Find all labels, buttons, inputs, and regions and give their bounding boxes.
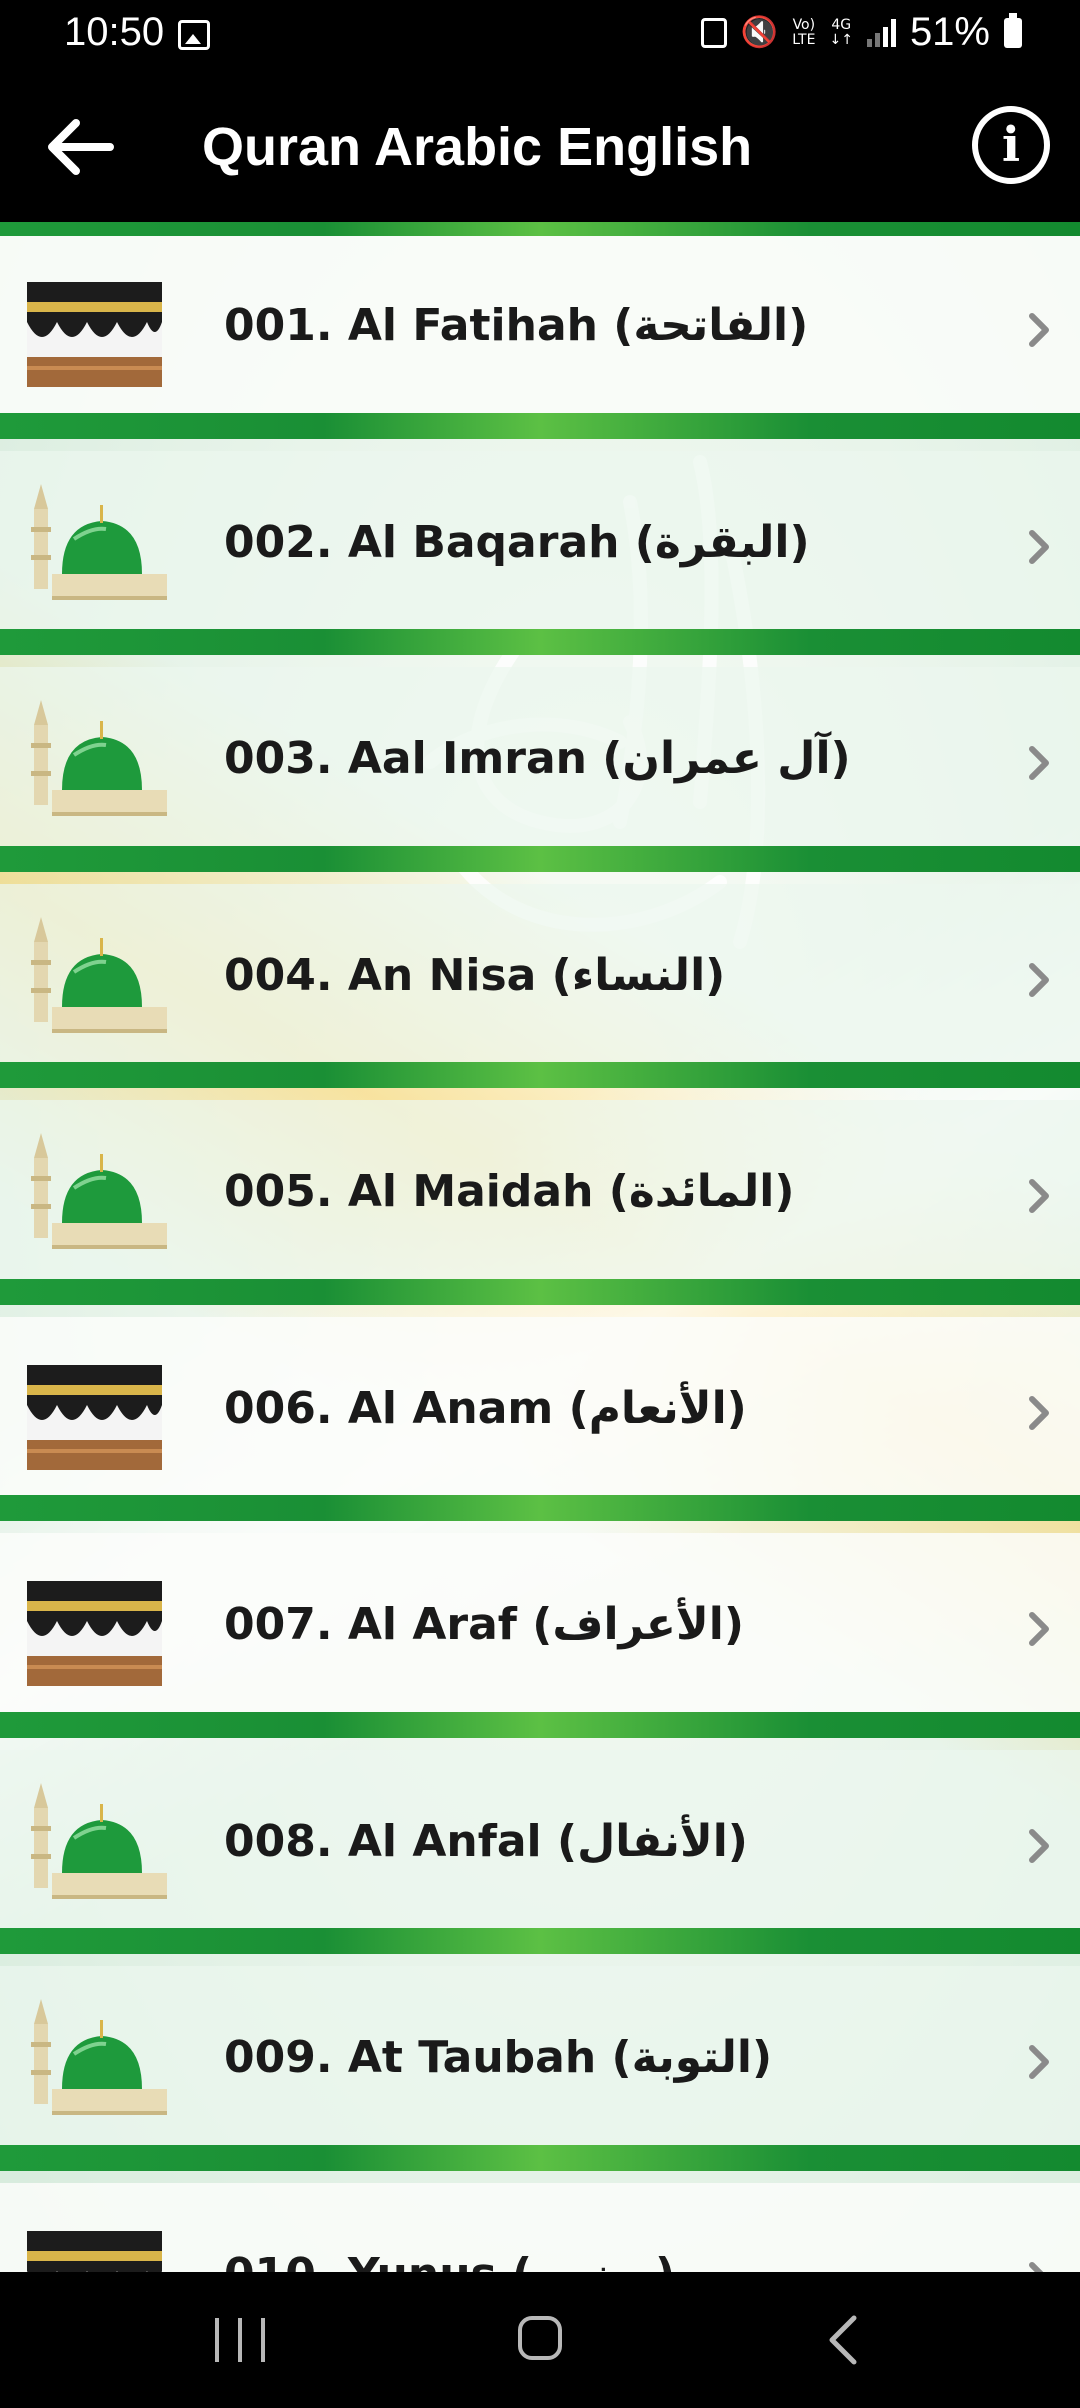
surah-title: 005. Al Maidah (المائدة) (224, 1166, 795, 1217)
status-bar: 10:50 🔇 Vo) LTE 4G ↓↑ 51% (0, 0, 1080, 72)
network-indicator: 4G ↓↑ (829, 16, 853, 48)
surah-title: 007. Al Araf (الأعراف) (224, 1599, 744, 1650)
battery-icon (1004, 12, 1022, 48)
navigation-bar (0, 2272, 1080, 2408)
chevron-right-icon (1029, 1179, 1049, 1213)
network-type: 4G (831, 16, 852, 33)
network-arrows: ↓↑ (829, 31, 853, 48)
mosque-icon (31, 1999, 167, 2115)
chevron-right-icon (1029, 1395, 1049, 1430)
surah-title: 001. Al Fatihah (الفاتحة) (224, 300, 809, 351)
mosque-icon (31, 916, 167, 1033)
surah-row[interactable]: 008. Al Anfal (الأنفال) (0, 1738, 1080, 1954)
row-divider (0, 1062, 1080, 1088)
battery-saver-icon (700, 17, 727, 48)
surah-row[interactable]: 004. An Nisa (النساء) (0, 872, 1080, 1088)
page-title: Quran Arabic English (202, 117, 753, 177)
kaaba-icon (27, 282, 162, 387)
chevron-right-icon (1029, 1612, 1049, 1646)
battery-percent: 51% (909, 10, 990, 54)
mosque-icon (31, 700, 167, 816)
surah-row[interactable]: 002. Al Baqarah (البقرة) (0, 439, 1080, 655)
surah-row[interactable]: 010. Yunus (يونس) (0, 2171, 1080, 2273)
surah-row[interactable]: 009. At Taubah (التوبة) (0, 1954, 1080, 2170)
status-time: 10:50 (64, 10, 165, 54)
surah-title: 004. An Nisa (النساء) (224, 949, 726, 1001)
row-divider (0, 222, 1080, 236)
surah-title: 003. Aal Imran (آل عمران) (224, 733, 851, 784)
row-divider (0, 845, 1080, 872)
nav-back-button[interactable] (824, 2314, 864, 2366)
row-divider (0, 2144, 1080, 2171)
surah-row[interactable]: 005. Al Maidah (المائدة) (0, 1088, 1080, 1304)
chevron-right-icon (1029, 2045, 1049, 2079)
row-divider (0, 412, 1080, 439)
mosque-icon (31, 483, 167, 600)
surah-title: 009. At Taubah (التوبة) (224, 2032, 773, 2083)
surah-title: 002. Al Baqarah (البقرة) (224, 516, 810, 568)
row-divider (0, 1711, 1080, 1738)
info-icon[interactable]: i (972, 106, 1050, 184)
mute-icon: 🔇 (740, 16, 779, 49)
surah-row[interactable]: 003. Aal Imran (آل عمران) (0, 655, 1080, 871)
row-divider (0, 1928, 1080, 1954)
surah-row[interactable]: 001. Al Fatihah (الفاتحة) (0, 222, 1080, 438)
kaaba-icon (27, 1581, 162, 1686)
status-icons: 🔇 Vo) LTE 4G ↓↑ 51% (700, 10, 1022, 55)
chevron-right-icon (1029, 313, 1049, 347)
chevron-right-icon (1029, 962, 1049, 997)
surah-title: 006. Al Anam (الأنعام) (224, 1382, 747, 1434)
app-bar: Quran Arabic English i (0, 72, 1080, 222)
row-divider (0, 629, 1080, 655)
kaaba-icon (27, 2230, 162, 2272)
recent-apps-button[interactable] (215, 2318, 265, 2362)
surah-title: 010. Yunus (يونس) (224, 2249, 675, 2273)
chevron-right-icon (1029, 1828, 1049, 1863)
kaaba-icon (27, 1364, 162, 1470)
surah-title: 008. Al Anfal (الأنفال) (224, 1815, 748, 1867)
row-divider (0, 1278, 1080, 1305)
back-arrow-icon[interactable] (40, 107, 120, 187)
image-notification-icon (178, 20, 210, 50)
chevron-right-icon (1029, 2261, 1044, 2272)
mosque-icon (31, 1782, 167, 1899)
volte-top: Vo) (792, 16, 816, 33)
surah-row[interactable]: 007. Al Araf (الأعراف) (0, 1521, 1080, 1737)
signal-icon (866, 18, 896, 47)
chevron-right-icon (1029, 746, 1049, 780)
row-divider (0, 1495, 1080, 1521)
volte-bottom: LTE (792, 31, 816, 48)
mosque-icon (31, 1133, 167, 1249)
home-button[interactable] (518, 2316, 562, 2360)
chevron-right-icon (1029, 529, 1049, 564)
surah-list: 001. Al Fatihah (الفاتحة) 002. Al Baqarah… (0, 222, 1080, 2272)
volte-indicator: Vo) LTE (792, 16, 816, 48)
surah-row[interactable]: 006. Al Anam (الأنعام) (0, 1305, 1080, 1521)
